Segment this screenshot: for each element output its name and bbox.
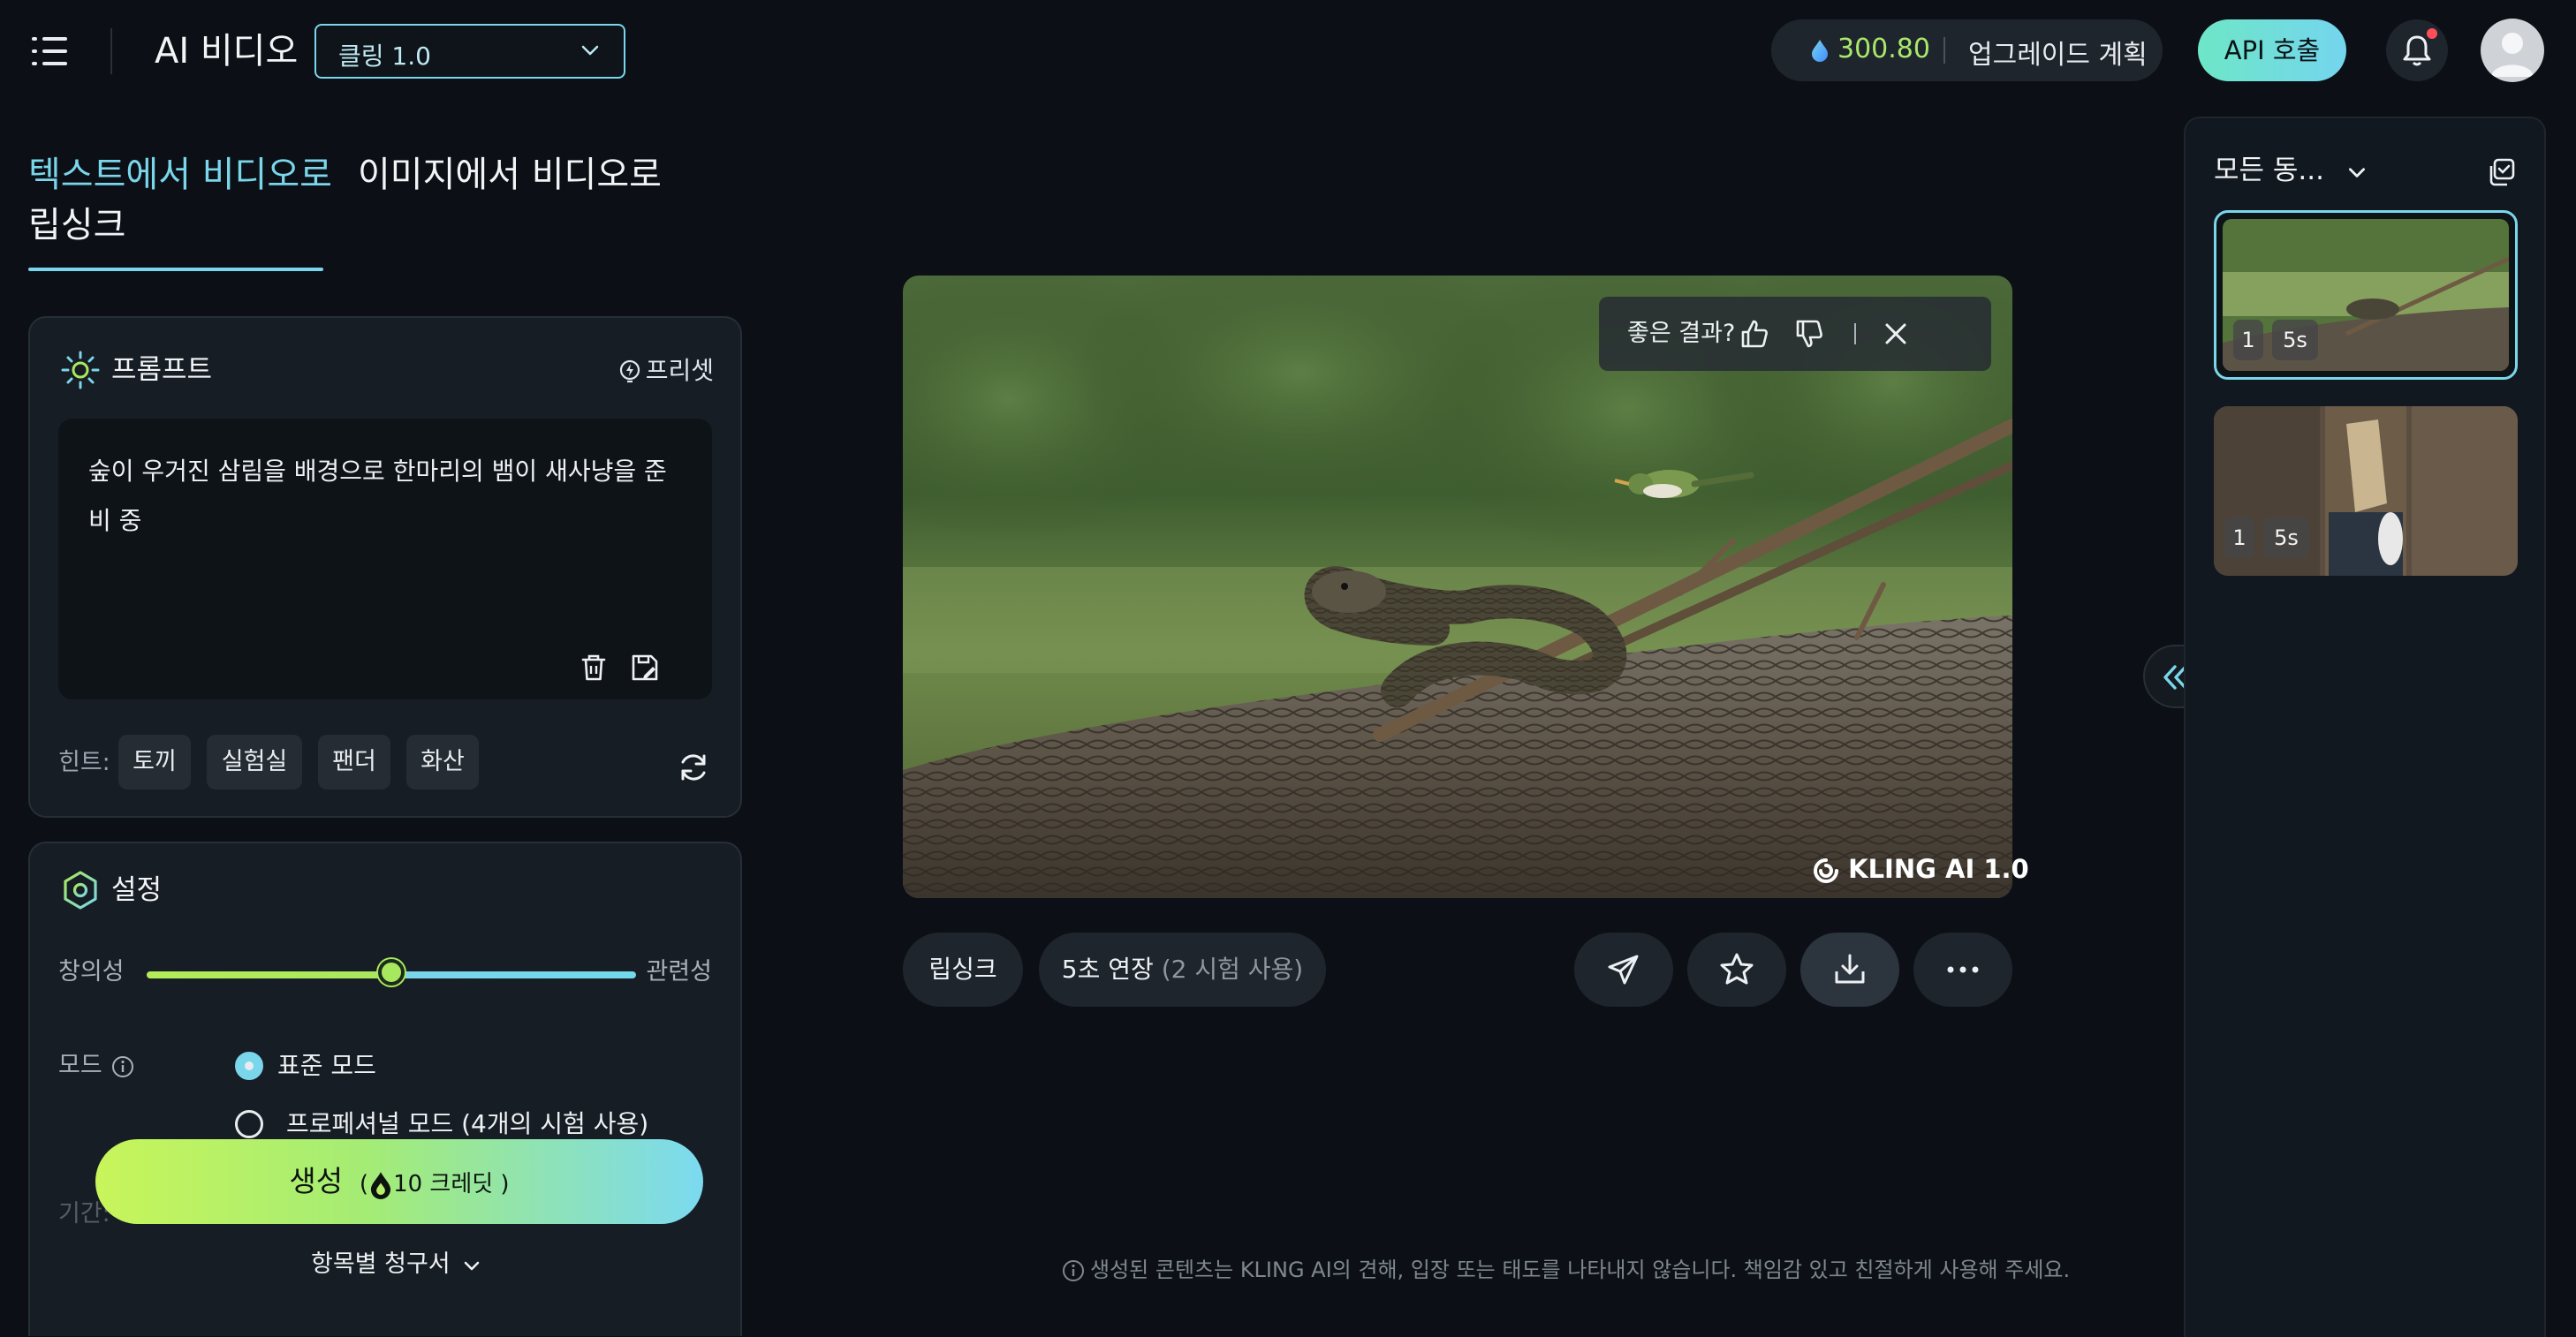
history-filter-select[interactable]: 모든 동...	[2214, 150, 2368, 191]
generate-button[interactable]: 생성 (10 크레딧 )	[95, 1139, 703, 1224]
avatar[interactable]	[2481, 19, 2544, 82]
sun-icon	[61, 351, 100, 389]
hexagon-settings-icon	[64, 871, 97, 910]
hint-chip[interactable]: 토끼	[118, 735, 191, 789]
history-item[interactable]: 1 5s	[2214, 210, 2518, 380]
history-thumbnail	[2214, 406, 2518, 576]
chevron-down-icon	[464, 1261, 480, 1270]
hint-chip[interactable]: 화산	[406, 735, 479, 789]
credit-amount: 300.80	[1837, 34, 1930, 64]
app-title: AI 비디오	[155, 31, 299, 72]
api-call-button[interactable]: API 호출	[2198, 19, 2346, 81]
download-icon	[1835, 954, 1865, 984]
model-select[interactable]: 클링 1.0	[314, 24, 625, 79]
extend-label: 5초 연장	[1061, 955, 1154, 984]
credit-balance[interactable]: 300.80 업그레이드 계획	[1771, 19, 2163, 81]
settings-panel-title: 설정	[111, 874, 163, 906]
disclaimer-text: 생성된 콘텐츠는 KLING AI의 견해, 입장 또는 태도를 나타내지 않습…	[1090, 1258, 2071, 1282]
download-button[interactable]	[1800, 933, 1899, 1007]
credit-drop-icon	[370, 1171, 391, 1199]
feedback-divider	[1854, 323, 1856, 344]
star-icon	[1720, 953, 1754, 985]
feedback-question: 좋은 결과?	[1627, 320, 1736, 347]
item-duration-badge: 5s	[2272, 320, 2318, 360]
send-icon	[1608, 955, 1639, 985]
lipsync-button[interactable]: 립싱크	[903, 933, 1023, 1007]
info-icon[interactable]	[111, 1055, 134, 1078]
save-prompt-icon[interactable]	[629, 652, 661, 684]
hint-chip[interactable]: 팬더	[318, 735, 390, 789]
multi-select-icon[interactable]	[2486, 157, 2516, 187]
preset-label: 프리셋	[645, 356, 714, 385]
menu-icon[interactable]	[32, 35, 67, 67]
item-duration-badge: 5s	[2263, 517, 2309, 558]
header-divider	[110, 28, 112, 74]
share-button[interactable]	[1574, 933, 1673, 1007]
tab-image-to-video[interactable]: 이미지에서 비디오로	[358, 150, 662, 200]
item-count-badge: 1	[2233, 320, 2263, 360]
refresh-icon[interactable]	[677, 751, 710, 784]
extend-note: (2 시험 사용)	[1161, 955, 1304, 984]
info-icon	[1063, 1260, 1084, 1281]
upgrade-plan-link[interactable]: 업그레이드 계획	[1968, 33, 2148, 72]
mode-professional-radio[interactable]	[235, 1110, 263, 1138]
mode-professional-label[interactable]: 프로페셔널 모드 (4개의 시험 사용)	[286, 1107, 648, 1142]
bell-icon	[2403, 35, 2431, 66]
watermark-text: KLING AI 1.0	[1848, 854, 2029, 884]
history-filter-label: 모든 동...	[2214, 155, 2324, 186]
chevron-down-icon	[581, 45, 599, 56]
feedback-bar: 좋은 결과?	[1599, 297, 1991, 371]
bolt-icon	[619, 359, 640, 383]
generate-label: 생성	[289, 1164, 344, 1198]
prompt-input[interactable]: 숲이 우거진 삼림을 배경으로 한마리의 뱀이 새사냥을 준비 중	[58, 419, 712, 699]
hint-chip[interactable]: 실험실	[207, 735, 302, 789]
billing-label: 항목별 청구서	[311, 1250, 451, 1278]
notifications-button[interactable]	[2386, 19, 2448, 81]
model-select-value: 클링 1.0	[338, 42, 431, 71]
active-tab-indicator	[28, 268, 323, 271]
credit-drop-icon	[1812, 40, 1828, 62]
slider-thumb[interactable]	[378, 959, 405, 986]
tab-text-to-video[interactable]: 텍스트에서 비디오로	[28, 150, 332, 200]
prompt-panel-title: 프롬프트	[111, 354, 213, 386]
chevron-down-icon	[2348, 167, 2365, 178]
credit-divider	[1943, 37, 1945, 64]
generate-credits-text: 10 크레딧	[393, 1171, 494, 1197]
hint-label: 힌트:	[58, 749, 110, 776]
mode-label-text: 모드	[58, 1052, 102, 1079]
disclaimer: 생성된 콘텐츠는 KLING AI의 견해, 입장 또는 태도를 나타내지 않습…	[1062, 1254, 2070, 1286]
slider-right-label: 관련성	[646, 958, 712, 986]
favorite-button[interactable]	[1687, 933, 1786, 1007]
notification-dot	[2427, 28, 2437, 39]
history-panel: 모든 동... 1 5s 1 5s	[2184, 117, 2546, 1337]
kling-logo-icon	[1814, 858, 1838, 883]
mode-label: 모드	[58, 1048, 134, 1084]
mode-standard-label[interactable]: 표준 모드	[277, 1048, 376, 1084]
more-horizontal-icon	[1947, 966, 1979, 973]
generate-credits: (10 크레딧 )	[352, 1171, 510, 1199]
more-options-button[interactable]	[1913, 933, 2012, 1007]
trash-icon[interactable]	[578, 652, 610, 684]
slider-left-label: 창의성	[58, 958, 125, 986]
prompt-text[interactable]: 숲이 우거진 삼림을 배경으로 한마리의 뱀이 새사냥을 준비 중	[88, 447, 689, 546]
thumbs-down-icon[interactable]	[1793, 318, 1825, 350]
item-count-badge: 1	[2224, 517, 2254, 558]
extend-5s-button[interactable]: 5초 연장 (2 시험 사용)	[1039, 933, 1326, 1007]
prompt-panel: 프롬프트 프리셋 숲이 우거진 삼림을 배경으로 한마리의 뱀이 새사냥을 준비…	[28, 316, 742, 818]
tab-lipsync[interactable]: 립싱크	[28, 200, 125, 250]
preset-button[interactable]: 프리셋	[619, 353, 714, 389]
billing-toggle[interactable]: 항목별 청구서	[311, 1247, 482, 1282]
mode-standard-radio[interactable]	[235, 1052, 263, 1080]
close-icon[interactable]	[1883, 321, 1908, 346]
kling-watermark: KLING AI 1.0	[1813, 851, 2029, 887]
history-thumbnail	[2223, 219, 2509, 371]
thumbs-up-icon[interactable]	[1739, 318, 1770, 350]
history-item[interactable]: 1 5s	[2214, 406, 2518, 576]
